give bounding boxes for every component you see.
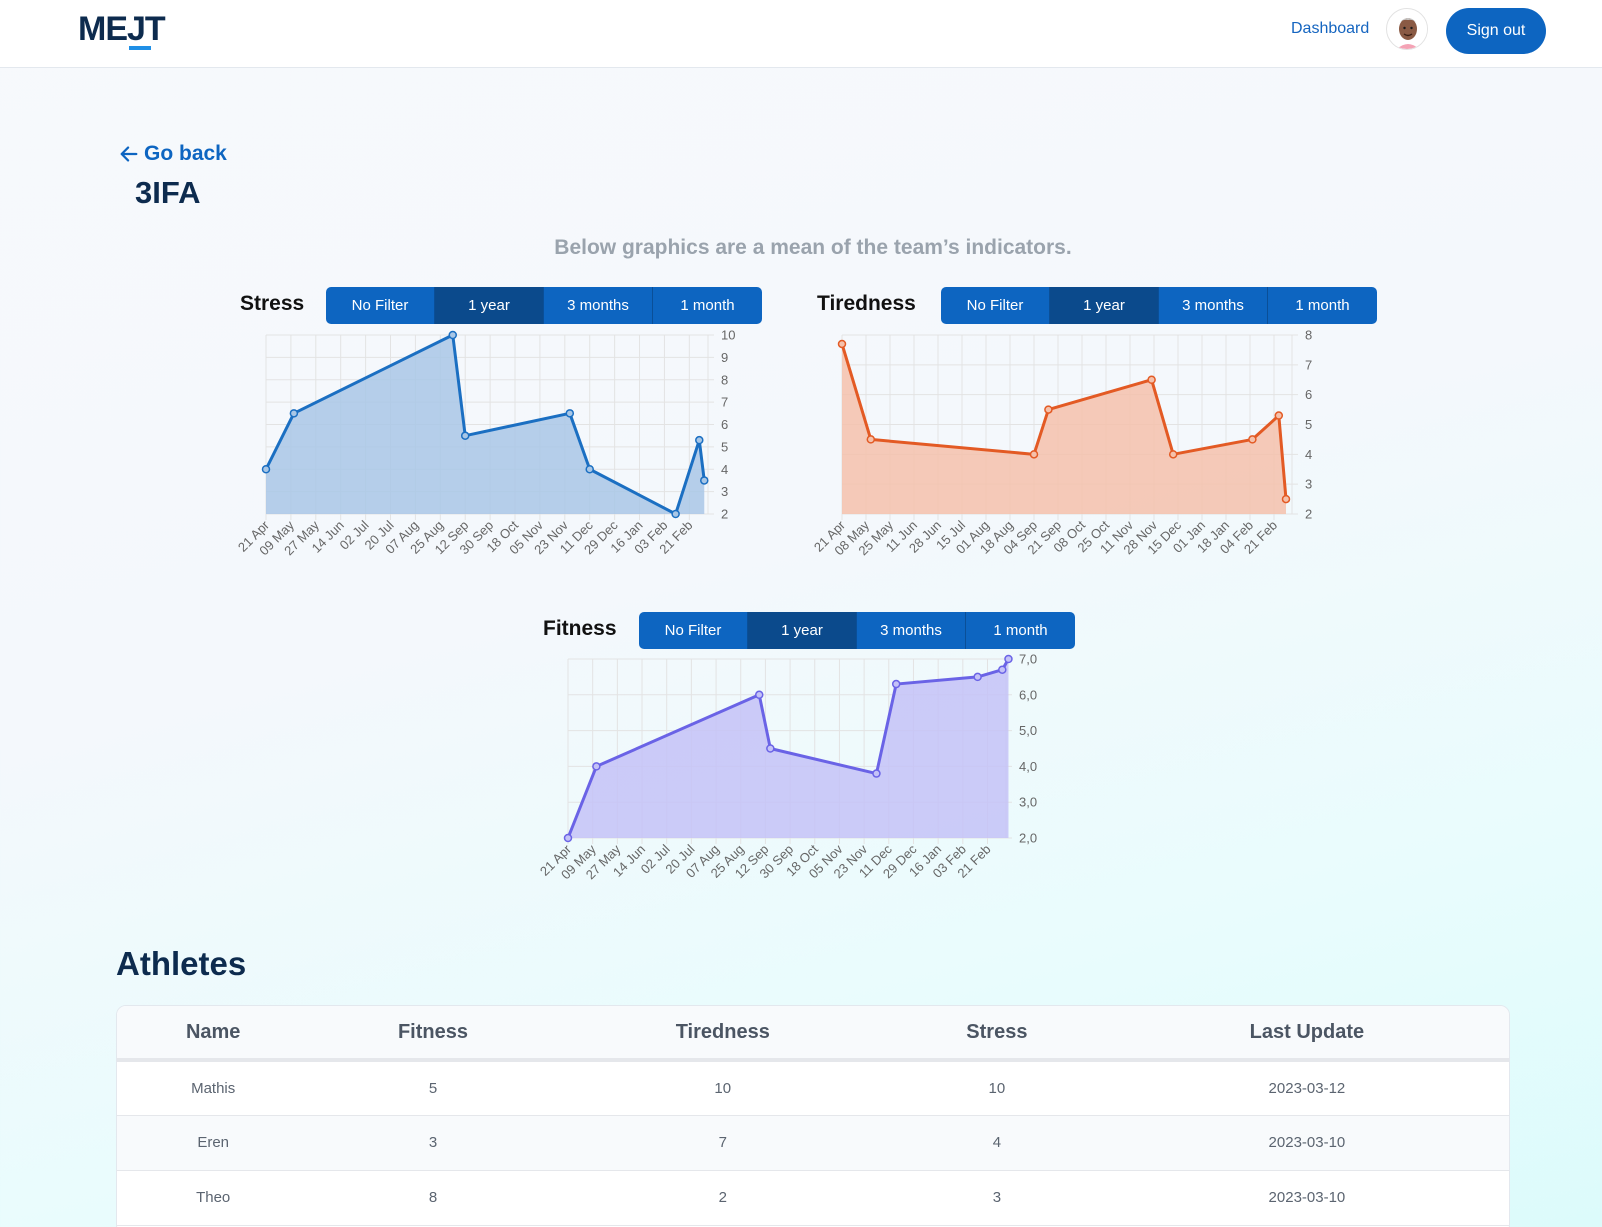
fitness-data-point [872, 769, 881, 778]
cell-stress: 4 [888, 1115, 1105, 1171]
fitness-data-point [998, 665, 1007, 674]
fitness-data-point [891, 679, 901, 689]
fitness-data-point [592, 762, 601, 771]
fitness-data-point [766, 744, 775, 753]
athletes-table: Name Fitness Tiredness Stress Last Updat… [116, 1005, 1510, 1227]
cell-name: Eren [117, 1115, 310, 1171]
table-row[interactable]: Mathis 5 10 10 2023-03-12 [117, 1060, 1509, 1116]
cell-name: Theo [117, 1170, 310, 1226]
cell-tiredness: 10 [556, 1060, 889, 1116]
cell-fitness: 5 [309, 1060, 557, 1116]
column-header-last-update[interactable]: Last Update [1104, 1006, 1509, 1062]
cell-name: Mathis [117, 1060, 310, 1116]
table-row[interactable]: Eren 3 7 4 2023-03-10 [117, 1115, 1509, 1171]
fitness-y-tick-label: 7,0 [1019, 652, 1037, 667]
cell-last-update: 2023-03-10 [1104, 1115, 1509, 1171]
fitness-data-point [973, 672, 982, 682]
cell-fitness: 8 [309, 1170, 557, 1226]
fitness-y-tick-label: 3,0 [1019, 795, 1037, 810]
column-header-stress[interactable]: Stress [888, 1006, 1105, 1062]
cell-fitness: 3 [309, 1115, 557, 1171]
fitness-data-point [1004, 654, 1013, 664]
athletes-heading: Athletes [116, 945, 247, 982]
fitness-data-point [563, 833, 573, 843]
column-header-tiredness[interactable]: Tiredness [556, 1006, 889, 1062]
fitness-data-point [754, 690, 764, 700]
cell-last-update: 2023-03-10 [1104, 1170, 1509, 1226]
table-row[interactable]: Theo 8 2 3 2023-03-10 [117, 1170, 1509, 1226]
cell-stress: 3 [888, 1170, 1105, 1226]
cell-tiredness: 7 [556, 1115, 889, 1171]
table-header-row: Name Fitness Tiredness Stress Last Updat… [117, 1006, 1509, 1062]
cell-tiredness: 2 [556, 1170, 889, 1226]
cell-stress: 10 [888, 1060, 1105, 1116]
fitness-y-tick-label: 2,0 [1019, 831, 1037, 846]
fitness-y-tick-label: 5,0 [1019, 723, 1037, 738]
fitness-y-tick-label: 4,0 [1019, 759, 1037, 774]
fitness-y-tick-label: 6,0 [1019, 687, 1037, 702]
column-header-name[interactable]: Name [117, 1006, 310, 1062]
cell-last-update: 2023-03-12 [1104, 1060, 1509, 1116]
column-header-fitness[interactable]: Fitness [309, 1006, 557, 1062]
